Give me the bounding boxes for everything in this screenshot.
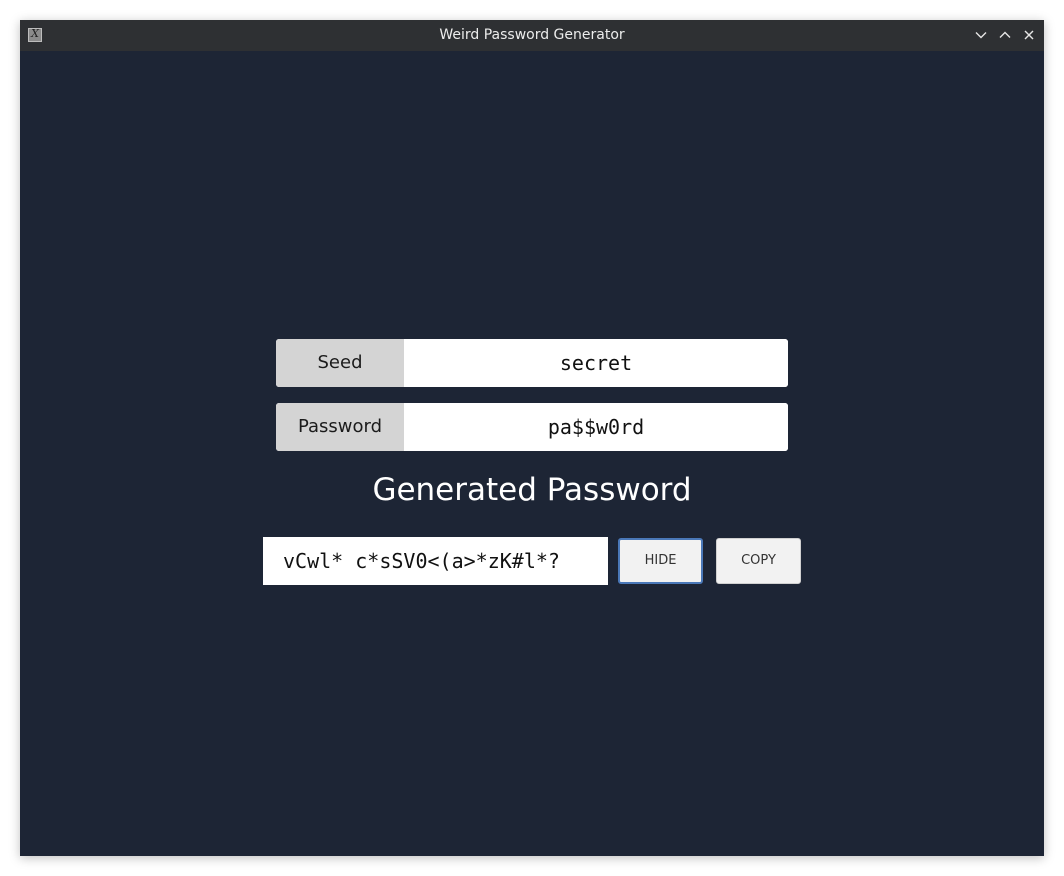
title-bar: Weird Password Generator <box>20 20 1044 51</box>
copy-button[interactable]: COPY <box>716 538 801 584</box>
chevron-up-icon <box>999 31 1011 38</box>
maximize-button[interactable] <box>996 26 1014 44</box>
app-window: Weird Password Generator Seed Password G… <box>20 20 1044 856</box>
close-icon <box>1024 30 1034 40</box>
password-row: Password <box>276 403 788 451</box>
generated-password-field[interactable] <box>263 537 608 585</box>
generated-password-heading: Generated Password <box>372 472 692 508</box>
window-title: Weird Password Generator <box>439 27 625 43</box>
seed-label: Seed <box>276 339 404 387</box>
hide-button[interactable]: HIDE <box>618 538 703 584</box>
password-input[interactable] <box>404 403 788 451</box>
chevron-down-icon <box>975 32 987 39</box>
password-label: Password <box>276 403 404 451</box>
seed-input[interactable] <box>404 339 788 387</box>
close-button[interactable] <box>1020 26 1038 44</box>
minimize-button[interactable] <box>972 26 990 44</box>
seed-row: Seed <box>276 339 788 387</box>
